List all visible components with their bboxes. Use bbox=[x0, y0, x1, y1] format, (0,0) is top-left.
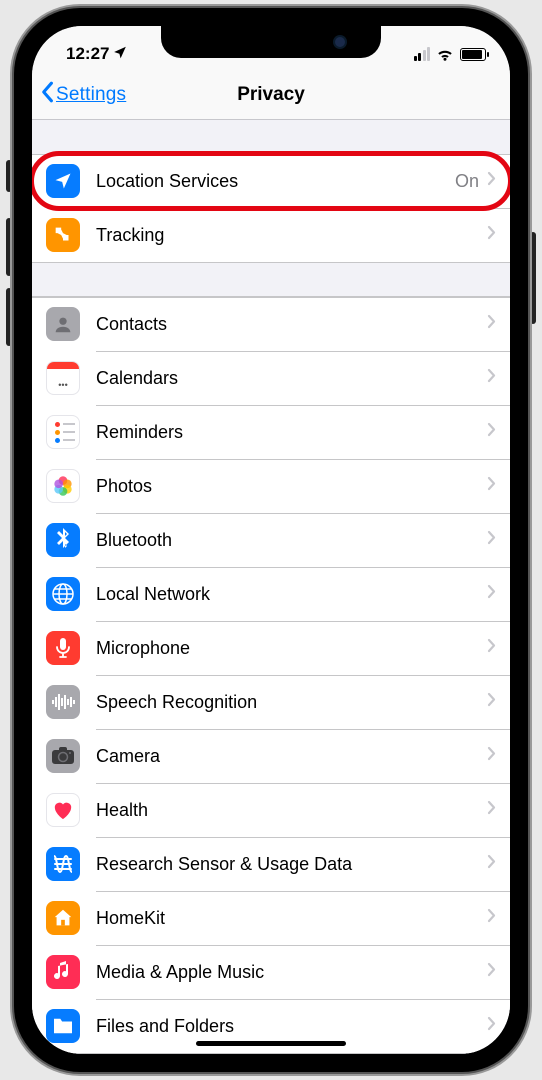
row-label: Tracking bbox=[96, 225, 487, 246]
speech-icon bbox=[46, 685, 80, 719]
row-label: Bluetooth bbox=[96, 530, 487, 551]
row-reminders[interactable]: Reminders bbox=[32, 405, 510, 459]
row-label: Camera bbox=[96, 746, 487, 767]
row-label: HomeKit bbox=[96, 908, 487, 929]
row-contacts[interactable]: Contacts bbox=[32, 297, 510, 351]
row-media[interactable]: Media & Apple Music bbox=[32, 945, 510, 999]
media-icon bbox=[46, 955, 80, 989]
row-localnet[interactable]: Local Network bbox=[32, 567, 510, 621]
chevron-right-icon bbox=[487, 962, 496, 982]
back-label: Settings bbox=[56, 84, 126, 106]
chevron-right-icon bbox=[487, 225, 496, 245]
homekit-icon bbox=[46, 901, 80, 935]
chevron-right-icon bbox=[487, 800, 496, 820]
chevron-right-icon bbox=[487, 854, 496, 874]
photos-icon bbox=[46, 469, 80, 503]
row-label: Health bbox=[96, 800, 487, 821]
calendars-icon: ••• bbox=[46, 361, 80, 395]
tracking-icon bbox=[46, 218, 80, 252]
section-location-tracking: Location ServicesOn Tracking bbox=[32, 154, 510, 262]
row-bluetooth[interactable]: Bluetooth bbox=[32, 513, 510, 567]
chevron-right-icon bbox=[487, 368, 496, 388]
health-icon bbox=[46, 793, 80, 827]
row-label: Research Sensor & Usage Data bbox=[96, 854, 487, 875]
chevron-right-icon bbox=[487, 171, 496, 191]
wifi-icon bbox=[436, 47, 454, 61]
phone-frame: 12:27 Settings Privacy bbox=[14, 8, 528, 1072]
row-label: Speech Recognition bbox=[96, 692, 487, 713]
section-privacy-apps: Contacts ••• Calendars Reminders Photos Bluet… bbox=[32, 296, 510, 1053]
row-homekit[interactable]: HomeKit bbox=[32, 891, 510, 945]
row-label: Microphone bbox=[96, 638, 487, 659]
row-label: Contacts bbox=[96, 314, 487, 335]
row-calendars[interactable]: ••• Calendars bbox=[32, 351, 510, 405]
row-label: Media & Apple Music bbox=[96, 962, 487, 983]
localnet-icon bbox=[46, 577, 80, 611]
files-icon bbox=[46, 1009, 80, 1043]
chevron-right-icon bbox=[487, 692, 496, 712]
chevron-right-icon bbox=[487, 584, 496, 604]
location-arrow-icon bbox=[113, 44, 127, 64]
chevron-right-icon bbox=[487, 530, 496, 550]
reminders-icon bbox=[46, 415, 80, 449]
battery-icon bbox=[460, 48, 486, 61]
home-indicator[interactable] bbox=[196, 1041, 346, 1046]
row-value: On bbox=[455, 171, 479, 192]
row-label: Calendars bbox=[96, 368, 487, 389]
chevron-right-icon bbox=[487, 746, 496, 766]
chevron-right-icon bbox=[487, 908, 496, 928]
row-label: Photos bbox=[96, 476, 487, 497]
mic-icon bbox=[46, 631, 80, 665]
notch bbox=[161, 26, 381, 58]
row-camera[interactable]: Camera bbox=[32, 729, 510, 783]
chevron-right-icon bbox=[487, 1016, 496, 1036]
back-button[interactable]: Settings bbox=[40, 81, 126, 109]
row-photos[interactable]: Photos bbox=[32, 459, 510, 513]
row-health[interactable]: Health bbox=[32, 783, 510, 837]
screen: 12:27 Settings Privacy bbox=[32, 26, 510, 1054]
chevron-right-icon bbox=[487, 314, 496, 334]
bluetooth-icon bbox=[46, 523, 80, 557]
row-label: Location Services bbox=[96, 171, 455, 192]
contacts-icon bbox=[46, 307, 80, 341]
row-speech[interactable]: Speech Recognition bbox=[32, 675, 510, 729]
row-label: Local Network bbox=[96, 584, 487, 605]
row-label: Reminders bbox=[96, 422, 487, 443]
signal-icon bbox=[414, 47, 431, 61]
chevron-right-icon bbox=[487, 638, 496, 658]
status-time: 12:27 bbox=[66, 44, 109, 64]
camera-icon bbox=[46, 739, 80, 773]
chevron-right-icon bbox=[487, 476, 496, 496]
location-icon bbox=[46, 164, 80, 198]
row-location[interactable]: Location ServicesOn bbox=[32, 154, 510, 208]
row-research[interactable]: Research Sensor & Usage Data bbox=[32, 837, 510, 891]
row-label: Files and Folders bbox=[96, 1016, 487, 1037]
chevron-right-icon bbox=[487, 422, 496, 442]
nav-bar: Settings Privacy bbox=[32, 70, 510, 120]
research-icon bbox=[46, 847, 80, 881]
chevron-left-icon bbox=[40, 81, 54, 109]
content-scroll[interactable]: Location ServicesOnTracking Contacts•••C… bbox=[32, 120, 510, 1054]
row-tracking[interactable]: Tracking bbox=[32, 208, 510, 262]
row-mic[interactable]: Microphone bbox=[32, 621, 510, 675]
